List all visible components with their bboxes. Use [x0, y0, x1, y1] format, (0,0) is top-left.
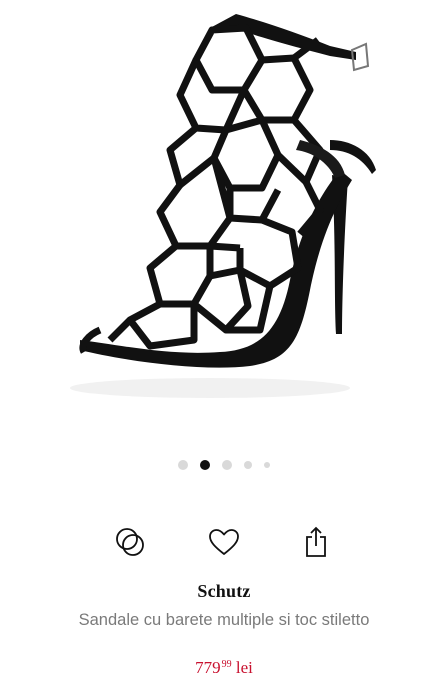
compare-circles-icon — [116, 528, 144, 556]
product-actions — [0, 524, 448, 560]
product-title: Sandale cu barete multiple si toc stilet… — [78, 611, 370, 629]
price-decimals: 99 — [221, 659, 232, 670]
share-icon — [306, 526, 326, 557]
image-carousel-dots — [0, 458, 448, 472]
carousel-dot[interactable] — [178, 460, 188, 470]
sandal-illustration — [70, 14, 376, 398]
compare-button[interactable] — [112, 524, 148, 560]
brand-name[interactable]: Schutz — [0, 581, 448, 602]
product-price: 77999 lei — [0, 658, 448, 678]
heart-icon — [209, 529, 239, 555]
wishlist-button[interactable] — [206, 524, 242, 560]
product-image[interactable] — [0, 0, 448, 440]
price-integer: 779 — [195, 658, 221, 677]
carousel-dot[interactable] — [264, 462, 270, 468]
carousel-dot[interactable] — [244, 461, 252, 469]
price-currency: lei — [235, 658, 253, 677]
carousel-dot[interactable] — [222, 460, 232, 470]
carousel-dot-active[interactable] — [200, 460, 210, 470]
share-button[interactable] — [298, 524, 334, 560]
